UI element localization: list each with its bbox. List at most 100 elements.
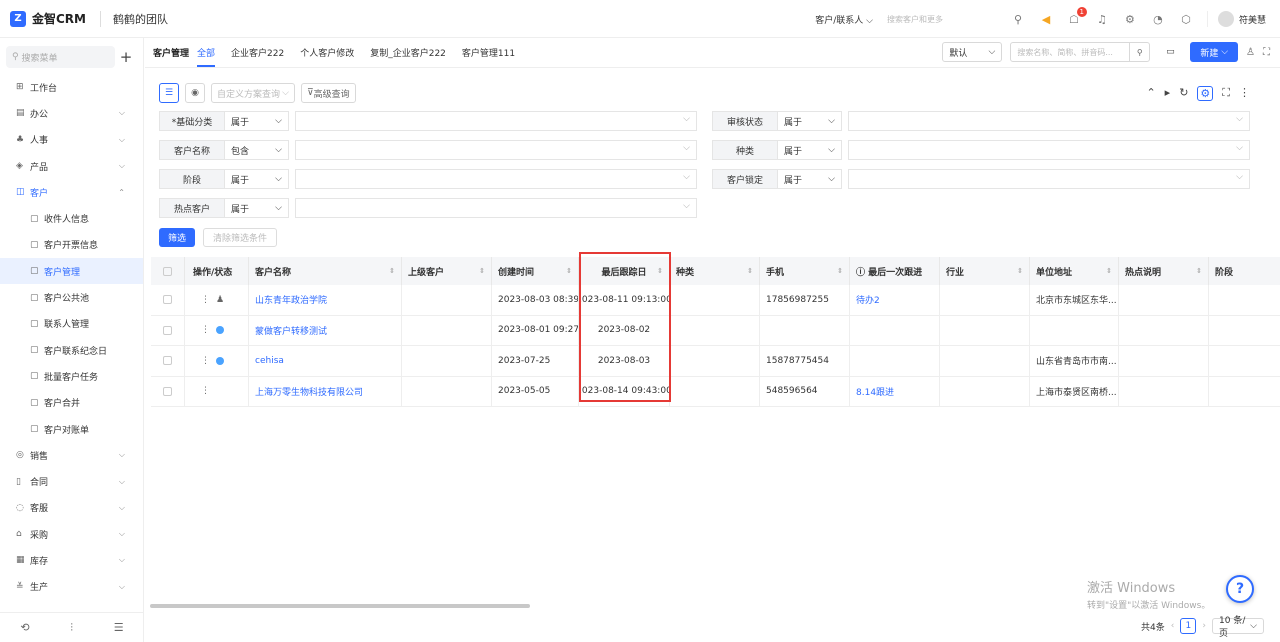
sidebar-item[interactable]: ▢ 客户公共池 [0, 284, 143, 310]
more-icon[interactable]: ⋮ [1239, 86, 1250, 101]
filter-operator-select[interactable]: 属于 ⌵ [225, 111, 289, 131]
sort-icon[interactable]: ⇕ [1196, 267, 1202, 275]
user-menu[interactable]: 符美慧 [1206, 11, 1266, 27]
next-page-icon[interactable]: › [1202, 621, 1206, 631]
collapse-up-icon[interactable]: ⌃ [1146, 86, 1155, 101]
filter-button[interactable]: 筛选 [159, 228, 196, 247]
menu-search-input[interactable]: ⚲ 搜索菜单 [6, 46, 115, 68]
sort-icon[interactable]: ⇕ [389, 267, 395, 275]
page-number[interactable]: 1 [1180, 618, 1197, 634]
column-settings-icon[interactable]: ⚙ [1197, 86, 1214, 101]
expand-icon[interactable]: ⛶ [1263, 47, 1270, 58]
checkbox[interactable] [163, 266, 172, 276]
refresh-icon[interactable]: ↻ [1179, 86, 1188, 101]
tab-copy-enterprise[interactable]: 复制_企业客户222 [370, 46, 446, 59]
gear-icon[interactable]: ⚙ [1123, 12, 1137, 26]
more-actions-icon[interactable]: ⋮ [201, 325, 210, 335]
more-actions-icon[interactable]: ⋮ [201, 356, 210, 366]
message-icon[interactable]: ☖ 1 [1067, 7, 1087, 26]
sidebar-item[interactable]: ▦ 库存 ⌵ [0, 547, 143, 573]
clear-filter-button[interactable]: 清除筛选条件 [203, 228, 278, 247]
user-icon[interactable]: ♙ [1246, 47, 1255, 58]
sort-icon[interactable]: ⇕ [657, 267, 663, 275]
column-header[interactable]: 上级客户 ⇕ [402, 257, 492, 285]
filter-operator-select[interactable]: 包含 ⌵ [225, 140, 289, 160]
tab-enterprise-customer[interactable]: 企业客户222 [231, 46, 284, 59]
cell-name[interactable]: 山东青年政治学院 [249, 285, 402, 315]
advanced-query-button[interactable]: ⊽ 高级查询 [301, 83, 356, 103]
search-icon[interactable]: ⚲ [1129, 43, 1149, 61]
app-logo[interactable]: Z 金智CRM [10, 10, 86, 27]
bell-icon[interactable]: ♫ [1095, 12, 1109, 26]
checkbox[interactable] [163, 325, 172, 335]
filter-operator-select[interactable]: 属于 ⌵ [778, 111, 842, 131]
filter-operator-select[interactable]: 属于 ⌵ [778, 169, 842, 189]
filter-value-select[interactable] [295, 198, 697, 218]
cell-followup[interactable]: 8.14跟进 [850, 376, 940, 406]
team-name[interactable]: 鹤鹤的团队 [100, 10, 168, 27]
cell-name[interactable]: 蒙做客户转移测试 [249, 315, 402, 345]
sidebar-item[interactable]: ◈ 产品 ⌵ [0, 153, 143, 179]
tab-personal-customer[interactable]: 个人客户修改 [300, 46, 354, 59]
fullscreen-icon[interactable]: ⛶ [1222, 86, 1230, 101]
sort-icon[interactable]: ⇕ [1106, 267, 1112, 275]
sort-icon[interactable]: ⇕ [837, 267, 843, 275]
filter-operator-select[interactable]: 属于 ⌵ [778, 140, 842, 160]
search-icon[interactable]: ⚲ [1011, 12, 1025, 26]
list-view-icon[interactable]: ☰ [159, 83, 179, 103]
add-icon[interactable]: + [115, 48, 137, 66]
filter-operator-select[interactable]: 属于 ⌵ [225, 198, 289, 218]
customer-search-input[interactable]: 搜索名称、简称、拼音码... ⚲ [1010, 42, 1151, 62]
sidebar-item[interactable]: ≚ 生产 ⌵ [0, 574, 143, 600]
tab-customer-mgmt-111[interactable]: 客户管理111 [462, 46, 515, 59]
more-actions-icon[interactable]: ⋮ [201, 386, 210, 396]
view-select[interactable]: 默认 ⌵ [942, 42, 1003, 62]
select-all-checkbox[interactable] [151, 257, 185, 285]
sidebar-item[interactable]: ◌ 客服 ⌵ [0, 495, 143, 521]
pie-chart-icon[interactable]: ◔ [1151, 12, 1165, 26]
sidebar-item[interactable]: ♣ 人事 ⌵ [0, 127, 143, 153]
location-icon[interactable]: ◉ [185, 83, 205, 103]
history-icon[interactable]: ⟲ [20, 621, 29, 634]
column-header[interactable]: 客户名称 ⇕ [249, 257, 402, 285]
sidebar-item[interactable]: ▤ 办公 ⌵ [0, 100, 143, 126]
horizontal-scrollbar[interactable] [150, 604, 530, 608]
filter-value-select[interactable] [295, 111, 697, 131]
table-row[interactable]: ⋮♟山东青年政治学院2023-08-03 08:39:532023-08-11 … [151, 285, 1280, 316]
sidebar-item[interactable]: ▯ 合同 ⌵ [0, 468, 143, 494]
column-header[interactable]: 热点说明 ⇕ [1119, 257, 1209, 285]
sort-icon[interactable]: ⇕ [566, 267, 572, 275]
sort-icon[interactable]: ⇕ [747, 267, 753, 275]
sidebar-item[interactable]: ▢ 批量客户任务 [0, 363, 143, 389]
sort-icon[interactable]: ⇕ [479, 267, 485, 275]
display-icon[interactable]: ▭ [1158, 47, 1182, 57]
column-header[interactable]: 手机 ⇕ [760, 257, 850, 285]
sidebar-item[interactable]: ⊞ 工作台 [0, 74, 143, 100]
column-header[interactable]: 单位地址 ⇕ [1030, 257, 1119, 285]
help-icon[interactable]: ? [1226, 575, 1254, 603]
sidebar-item[interactable]: ▢ 收件人信息 [0, 205, 143, 231]
cell-followup[interactable]: 待办2 [850, 285, 940, 315]
filter-value-select[interactable] [848, 111, 1250, 131]
column-header[interactable]: 种类 ⇕ [670, 257, 760, 285]
sidebar-item[interactable]: ◎ 销售 ⌵ [0, 442, 143, 468]
megaphone-icon[interactable]: ◀ [1039, 12, 1053, 26]
filter-operator-select[interactable]: 属于 ⌵ [225, 169, 289, 189]
checkbox[interactable] [163, 356, 172, 366]
sidebar-item[interactable]: ▢ 客户管理 [0, 258, 143, 285]
filter-settings-icon[interactable]: ⫶ [70, 621, 73, 635]
prev-page-icon[interactable]: ‹ [1171, 621, 1175, 631]
table-row[interactable]: ⋮ 蒙做客户转移测试 2023-08-01 09:27:212023-08-02 [151, 315, 1280, 346]
filter-value-select[interactable] [848, 169, 1250, 189]
sidebar-item[interactable]: ▢ 客户开票信息 [0, 232, 143, 258]
filter-value-select[interactable] [295, 140, 697, 160]
column-header[interactable]: 行业 ⇕ [940, 257, 1030, 285]
cell-name[interactable]: 上海万零生物科技有限公司 [249, 376, 402, 406]
scheme-select[interactable]: 自定义方案查询 ⌵ [211, 83, 295, 103]
sidebar-item[interactable]: ▢ 客户联系纪念日 [0, 337, 143, 363]
more-actions-icon[interactable]: ⋮ [201, 295, 210, 305]
checkbox[interactable] [163, 295, 172, 305]
checkbox[interactable] [163, 386, 172, 396]
table-row[interactable]: ⋮ cehisa 2023-07-25 2023-08-03 15878775454 山东… [151, 346, 1280, 377]
column-header[interactable]: 最后跟踪日 ⇕ [579, 257, 670, 285]
